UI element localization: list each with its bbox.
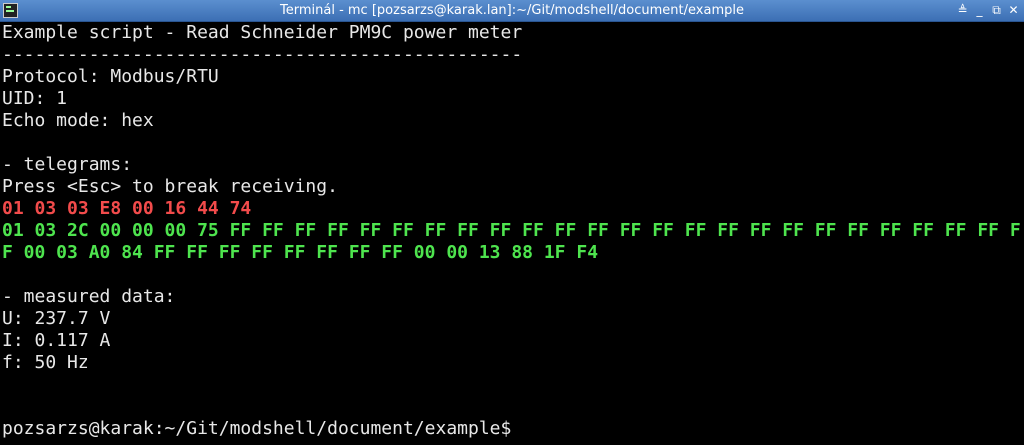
telegrams-heading: - telegrams: <box>2 154 133 175</box>
received-telegram-line-1: 01 03 2C 00 00 00 75 FF FF FF FF FF FF F… <box>2 220 1021 241</box>
terminal-window: Terminál - mc [pozsarzs@karak.lan]:~/Git… <box>0 0 1024 445</box>
break-hint: Press <Esc> to break receiving. <box>2 176 338 197</box>
script-header: Example script - Read Schneider PM9C pow… <box>2 22 523 43</box>
shell-prompt[interactable]: pozsarzs@karak:~/Git/modshell/document/e… <box>2 418 521 440</box>
terminal-output[interactable]: Example script - Read Schneider PM9C pow… <box>0 22 1024 445</box>
shell-prompt-text: pozsarzs@karak:~/Git/modshell/document/e… <box>2 418 512 439</box>
protocol-line: Protocol: Modbus/RTU <box>2 66 219 87</box>
measured-data-heading: - measured data: <box>2 286 176 307</box>
separator-line: ----------------------------------------… <box>2 44 523 65</box>
echo-mode-line: Echo mode: hex <box>2 110 154 131</box>
uid-line: UID: 1 <box>2 88 68 109</box>
voltage-value: U: 237.7 V <box>2 308 111 329</box>
current-value: I: 0.117 A <box>2 330 111 351</box>
close-icon[interactable]: ✕ <box>1006 3 1021 18</box>
maximize-icon[interactable]: ⧉ <box>989 3 1004 18</box>
minimize-icon[interactable]: _ <box>972 3 987 18</box>
sent-telegram: 01 03 03 E8 00 16 44 74 <box>2 198 252 219</box>
shade-icon[interactable]: ≜ <box>955 3 970 18</box>
title-bar[interactable]: Terminál - mc [pozsarzs@karak.lan]:~/Git… <box>0 0 1024 22</box>
received-telegram-line-2: F 00 03 A0 84 FF FF FF FF FF FF FF FF 00… <box>2 242 599 263</box>
text-cursor <box>511 419 521 437</box>
frequency-value: f: 50 Hz <box>2 352 89 373</box>
window-title: Terminál - mc [pozsarzs@karak.lan]:~/Git… <box>280 3 744 18</box>
